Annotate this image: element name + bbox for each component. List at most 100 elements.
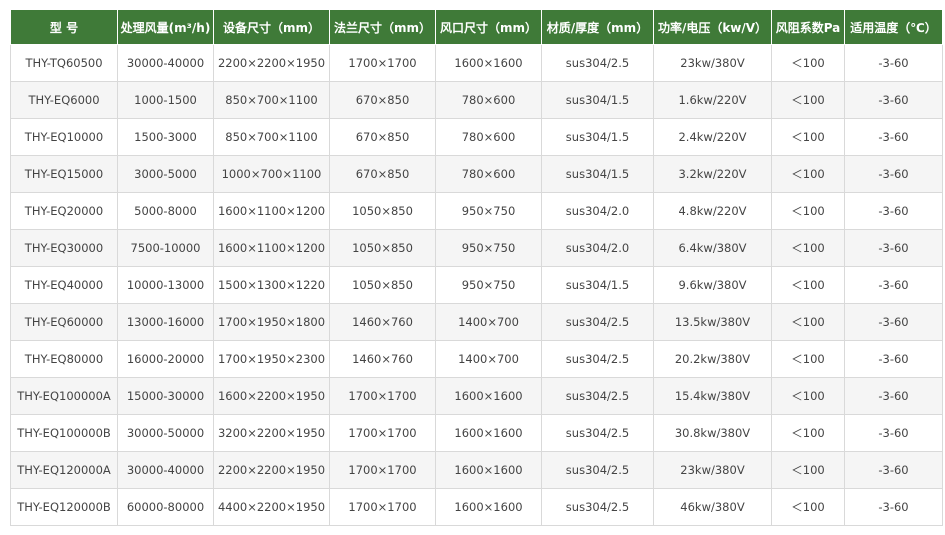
cell-flange-size: 1050×850 [329,266,436,304]
header-equipment-size: 设备尺寸（mm） [213,9,330,45]
cell-outlet-size: 1600×1600 [435,414,542,452]
cell-temperature: -3-60 [844,377,943,415]
table-row: THY-EQ100000A 15000-30000 1600×2200×1950 17… [10,377,943,415]
table-row: THY-EQ30000 7500-10000 1600×1100×1200 1050×… [10,229,943,267]
cell-temperature: -3-60 [844,451,943,489]
table-row: THY-EQ6000 1000-1500 850×700×1100 670×850 78… [10,81,943,119]
cell-temperature: -3-60 [844,266,943,304]
cell-material-thickness: sus304/2.0 [541,192,654,230]
cell-outlet-size: 1600×1600 [435,377,542,415]
header-temperature: 适用温度（℃） [844,9,943,45]
table-row: THY-EQ10000 1500-3000 850×700×1100 670×850 7… [10,118,943,156]
cell-model: THY-EQ100000B [10,414,118,452]
cell-power-voltage: 1.6kw/220V [653,81,772,119]
cell-material-thickness: sus304/2.5 [541,44,654,82]
cell-power-voltage: 6.4kw/380V [653,229,772,267]
table-header-row: 型 号 处理风量(m³/h) 设备尺寸（mm） 法兰尺寸（mm） 风口尺寸（mm… [10,9,943,45]
cell-power-voltage: 23kw/380V [653,44,772,82]
cell-equipment-size: 4400×2200×1950 [213,488,330,526]
cell-airflow: 60000-80000 [117,488,214,526]
cell-outlet-size: 1400×700 [435,303,542,341]
cell-flange-size: 1460×760 [329,340,436,378]
cell-equipment-size: 1600×1100×1200 [213,192,330,230]
cell-model: THY-EQ6000 [10,81,118,119]
cell-equipment-size: 3200×2200×1950 [213,414,330,452]
cell-temperature: -3-60 [844,192,943,230]
cell-model: THY-EQ10000 [10,118,118,156]
header-flange-size: 法兰尺寸（mm） [329,9,436,45]
cell-resistance: ＜100 [771,44,845,82]
cell-flange-size: 1700×1700 [329,488,436,526]
cell-airflow: 30000-40000 [117,451,214,489]
cell-equipment-size: 2200×2200×1950 [213,44,330,82]
table-row: THY-EQ40000 10000-13000 1500×1300×1220 1050… [10,266,943,304]
cell-resistance: ＜100 [771,377,845,415]
table-row: THY-EQ120000A 30000-40000 2200×2200×1950 17… [10,451,943,489]
cell-power-voltage: 4.8kw/220V [653,192,772,230]
cell-temperature: -3-60 [844,81,943,119]
cell-model: THY-EQ120000A [10,451,118,489]
cell-temperature: -3-60 [844,414,943,452]
cell-flange-size: 670×850 [329,155,436,193]
cell-outlet-size: 780×600 [435,118,542,156]
cell-material-thickness: sus304/2.5 [541,340,654,378]
cell-outlet-size: 1600×1600 [435,488,542,526]
cell-equipment-size: 1500×1300×1220 [213,266,330,304]
table-row: THY-EQ60000 13000-16000 1700×1950×1800 1460… [10,303,943,341]
cell-resistance: ＜100 [771,81,845,119]
cell-material-thickness: sus304/2.5 [541,303,654,341]
table-row: THY-EQ120000B 60000-80000 4400×2200×1950 17… [10,488,943,526]
cell-power-voltage: 13.5kw/380V [653,303,772,341]
cell-flange-size: 1700×1700 [329,451,436,489]
cell-temperature: -3-60 [844,44,943,82]
cell-equipment-size: 2200×2200×1950 [213,451,330,489]
cell-equipment-size: 1600×1100×1200 [213,229,330,267]
cell-equipment-size: 1700×1950×1800 [213,303,330,341]
cell-temperature: -3-60 [844,488,943,526]
cell-airflow: 5000-8000 [117,192,214,230]
cell-airflow: 3000-5000 [117,155,214,193]
cell-flange-size: 670×850 [329,118,436,156]
cell-power-voltage: 23kw/380V [653,451,772,489]
cell-model: THY-EQ60000 [10,303,118,341]
cell-outlet-size: 780×600 [435,155,542,193]
cell-flange-size: 1050×850 [329,229,436,267]
cell-temperature: -3-60 [844,340,943,378]
cell-model: THY-EQ80000 [10,340,118,378]
cell-power-voltage: 20.2kw/380V [653,340,772,378]
cell-airflow: 30000-50000 [117,414,214,452]
cell-material-thickness: sus304/2.0 [541,229,654,267]
table-row: THY-TQ60500 30000-40000 2200×2200×1950 1700… [10,44,943,82]
cell-model: THY-EQ100000A [10,377,118,415]
cell-flange-size: 1700×1700 [329,377,436,415]
cell-outlet-size: 780×600 [435,81,542,119]
cell-outlet-size: 1400×700 [435,340,542,378]
cell-temperature: -3-60 [844,118,943,156]
header-airflow: 处理风量(m³/h) [117,9,214,45]
header-model: 型 号 [10,9,118,45]
cell-material-thickness: sus304/1.5 [541,118,654,156]
spec-table: 型 号 处理风量(m³/h) 设备尺寸（mm） 法兰尺寸（mm） 风口尺寸（mm… [10,9,943,526]
cell-equipment-size: 1700×1950×2300 [213,340,330,378]
cell-flange-size: 1700×1700 [329,44,436,82]
cell-model: THY-TQ60500 [10,44,118,82]
cell-material-thickness: sus304/2.5 [541,451,654,489]
cell-power-voltage: 30.8kw/380V [653,414,772,452]
cell-resistance: ＜100 [771,266,845,304]
cell-equipment-size: 1600×2200×1950 [213,377,330,415]
cell-resistance: ＜100 [771,155,845,193]
cell-airflow: 10000-13000 [117,266,214,304]
cell-resistance: ＜100 [771,229,845,267]
cell-material-thickness: sus304/1.5 [541,155,654,193]
cell-outlet-size: 1600×1600 [435,451,542,489]
cell-airflow: 16000-20000 [117,340,214,378]
cell-model: THY-EQ120000B [10,488,118,526]
cell-airflow: 7500-10000 [117,229,214,267]
cell-flange-size: 670×850 [329,81,436,119]
cell-temperature: -3-60 [844,155,943,193]
cell-material-thickness: sus304/2.5 [541,488,654,526]
header-material-thickness: 材质/厚度（mm） [541,9,654,45]
cell-material-thickness: sus304/2.5 [541,414,654,452]
cell-outlet-size: 950×750 [435,266,542,304]
cell-resistance: ＜100 [771,340,845,378]
